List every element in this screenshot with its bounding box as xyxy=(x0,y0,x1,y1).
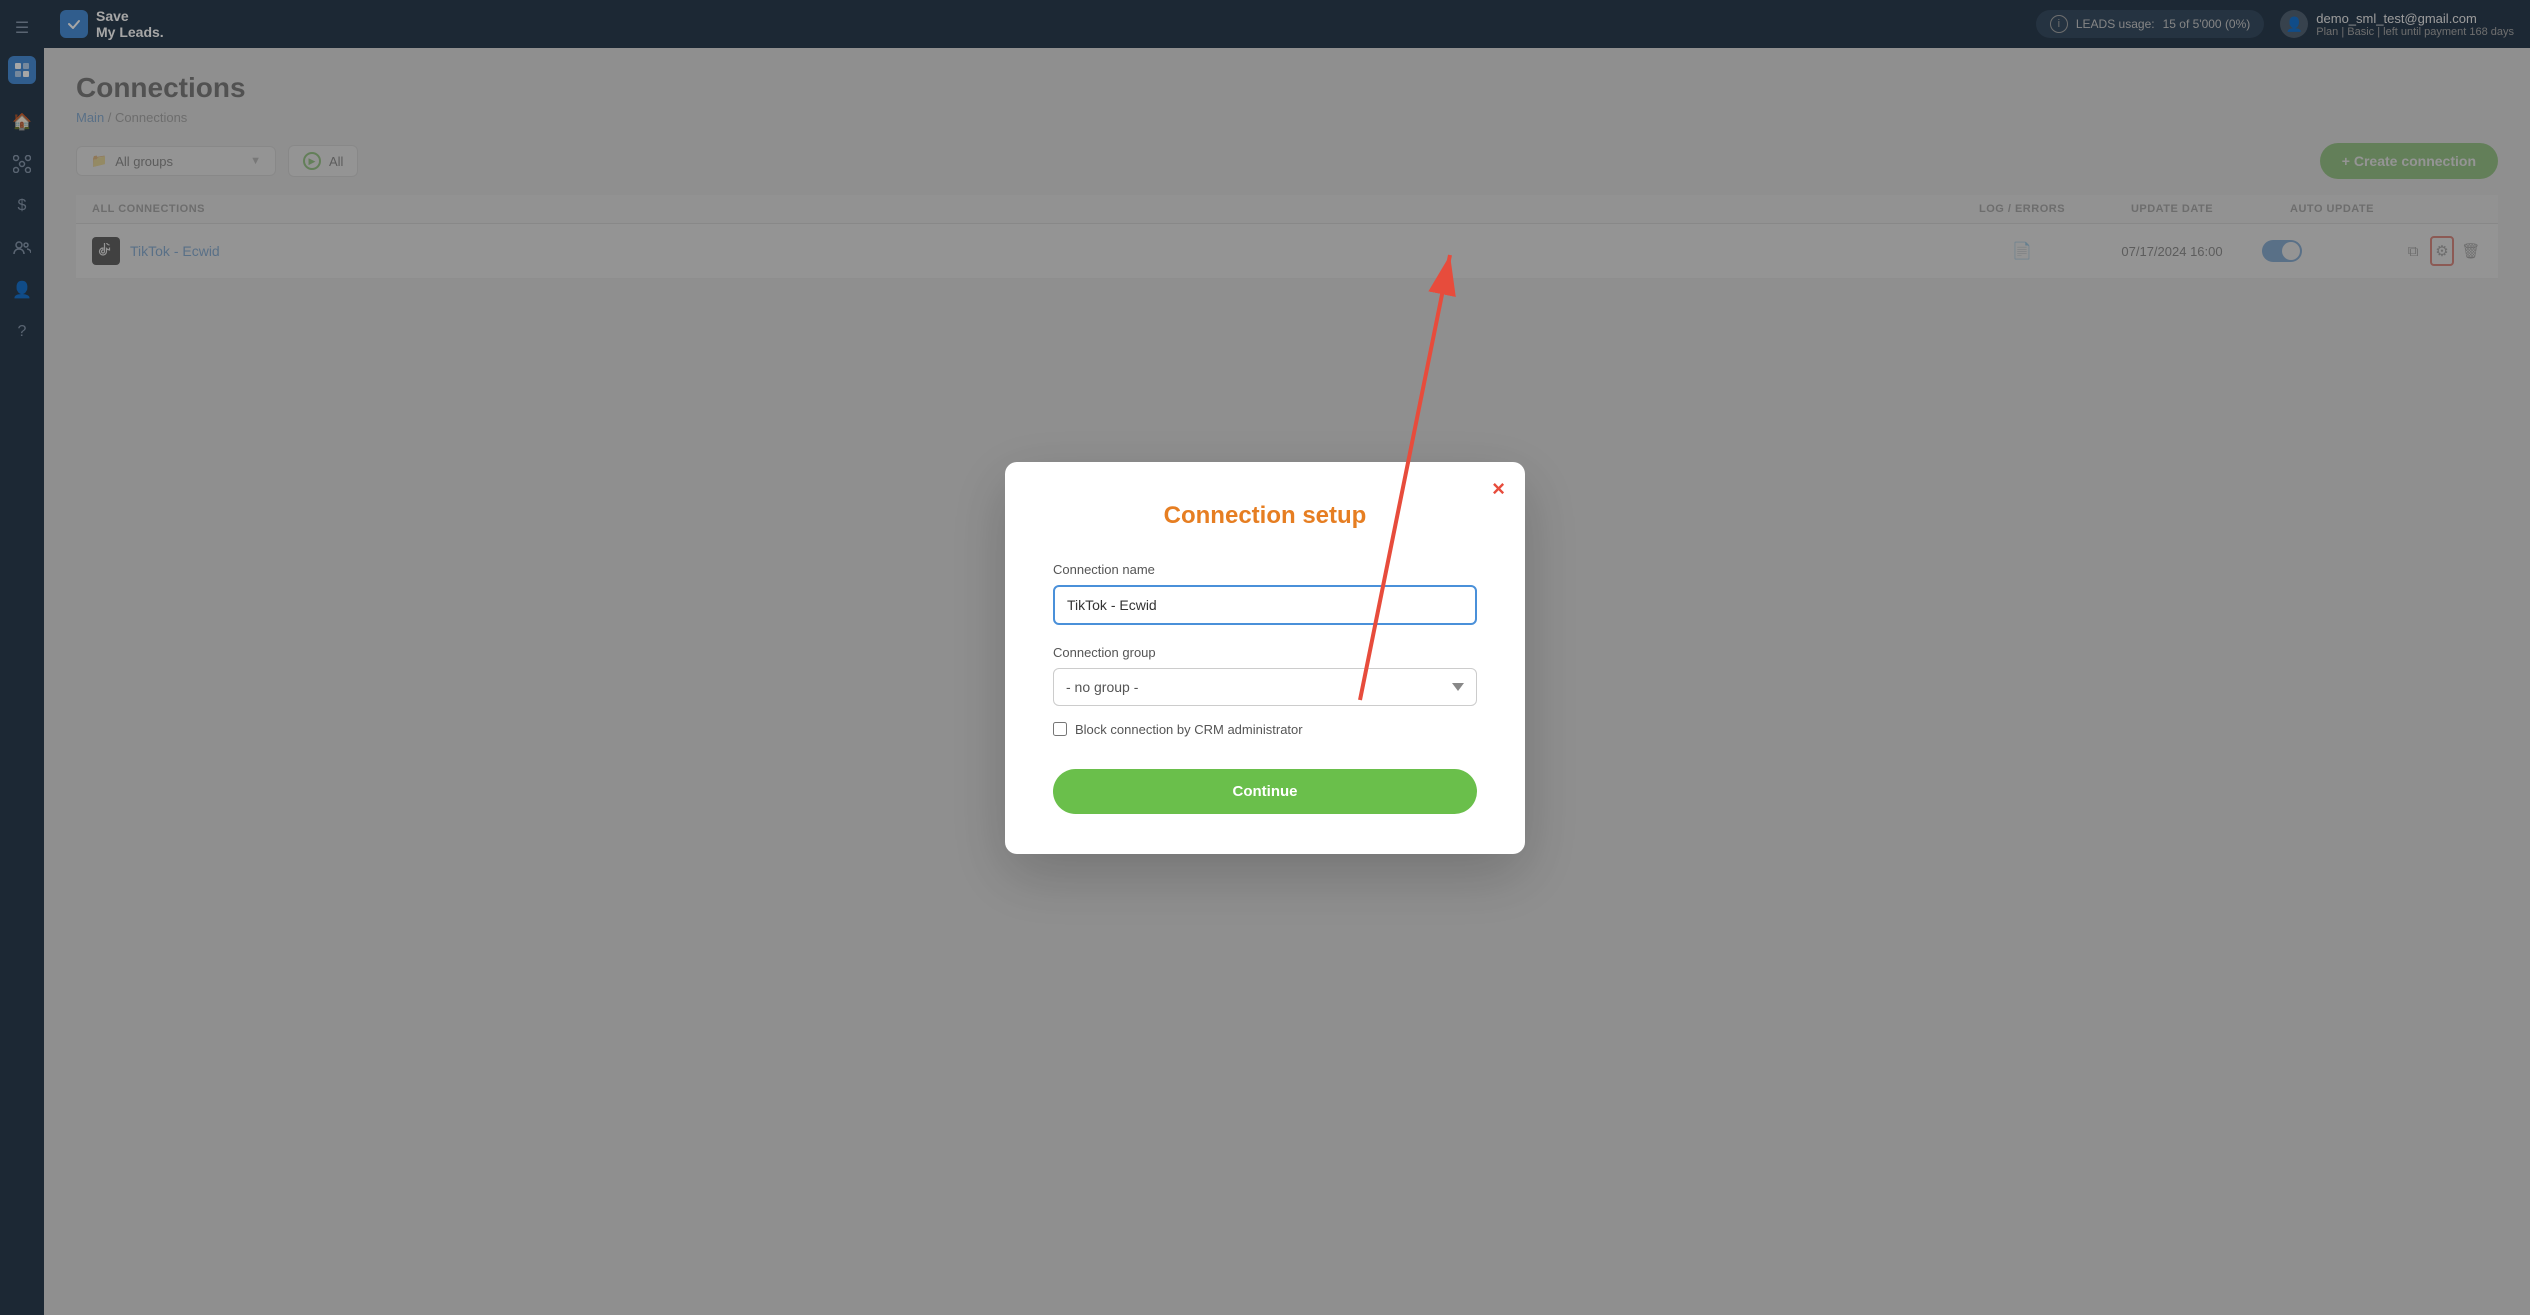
modal-overlay: × Connection setup Connection name Conne… xyxy=(0,0,2530,1315)
connection-name-label: Connection name xyxy=(1053,562,1477,577)
connection-group-label: Connection group xyxy=(1053,645,1477,660)
connection-group-select[interactable]: - no group - xyxy=(1053,668,1477,706)
block-connection-row: Block connection by CRM administrator xyxy=(1053,722,1477,737)
continue-button[interactable]: Continue xyxy=(1053,769,1477,814)
connection-setup-modal: × Connection setup Connection name Conne… xyxy=(1005,462,1525,854)
block-connection-label: Block connection by CRM administrator xyxy=(1075,722,1303,737)
block-connection-checkbox[interactable] xyxy=(1053,722,1067,736)
modal-title: Connection setup xyxy=(1053,502,1477,530)
modal-close-button[interactable]: × xyxy=(1492,478,1505,500)
connection-name-input[interactable] xyxy=(1053,585,1477,625)
